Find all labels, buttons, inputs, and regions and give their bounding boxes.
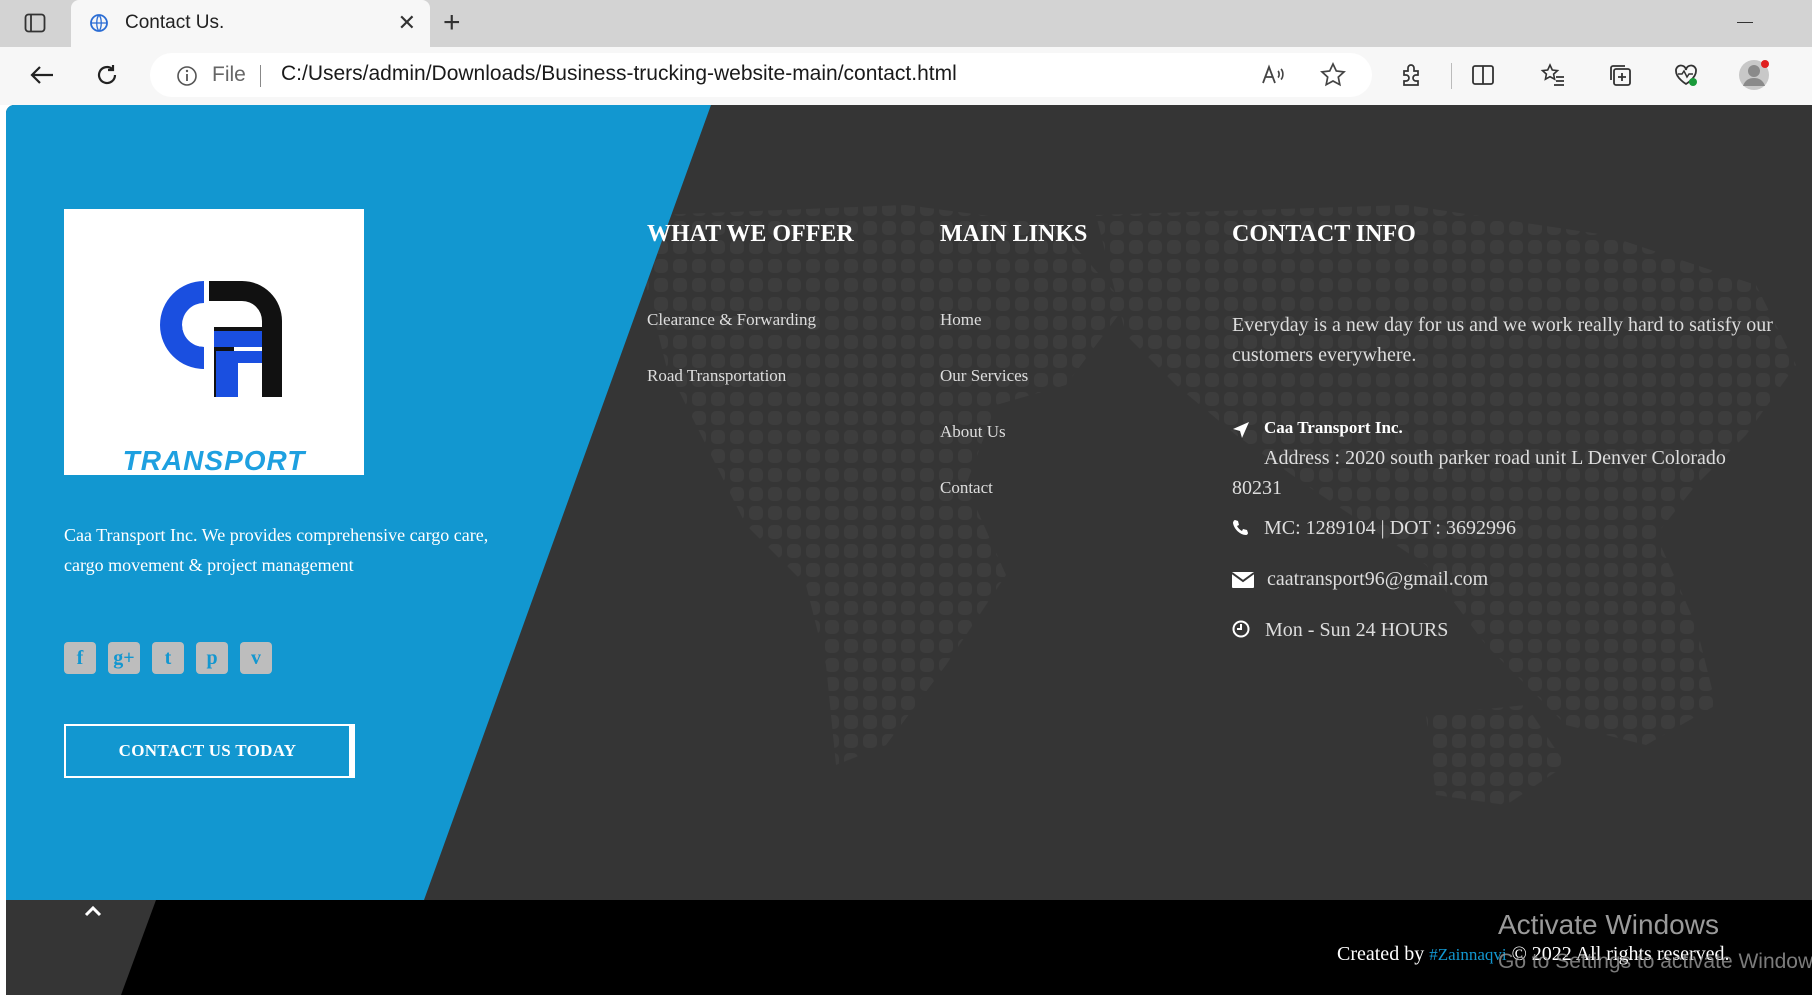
tab-title: Contact Us.	[125, 12, 225, 33]
address-url[interactable]: C:/Users/admin/Downloads/Business-trucki…	[281, 62, 957, 86]
browser-toolbar: File C:/Users/admin/Downloads/Business-t…	[0, 47, 1812, 105]
activate-windows-title: Activate Windows	[1498, 909, 1719, 940]
browser-tab-bar: Contact Us. ✕ +	[0, 0, 1812, 47]
page-footer-section: TRANSPORT Caa Transport Inc. We provides…	[6, 105, 1812, 995]
read-aloud-icon[interactable]	[1260, 62, 1286, 88]
pinterest-icon[interactable]: p	[196, 642, 228, 674]
scroll-to-top-icon[interactable]	[84, 898, 102, 924]
address-row: Caa Transport Inc. Address : 2020 south …	[1232, 418, 1792, 499]
email-text[interactable]: caatransport96@gmail.com	[1267, 568, 1488, 591]
offer-link-clearance[interactable]: Clearance & Forwarding	[647, 310, 816, 330]
main-link-contact[interactable]: Contact	[940, 478, 993, 498]
company-name: Caa Transport Inc.	[1264, 418, 1403, 437]
info-icon[interactable]	[176, 65, 198, 87]
favorite-star-icon[interactable]	[1320, 62, 1346, 88]
contact-intro-text: Everyday is a new day for us and we work…	[1232, 314, 1773, 366]
logo-wordmark: TRANSPORT	[122, 445, 306, 476]
refresh-icon[interactable]	[91, 59, 123, 91]
google-plus-icon[interactable]: g+	[108, 642, 140, 674]
caa-transport-logo-icon	[160, 281, 282, 397]
profile-avatar-icon[interactable]	[1738, 59, 1770, 91]
globe-favicon-icon	[89, 13, 109, 33]
hours-text: Mon - Sun 24 HOURS	[1265, 619, 1449, 641]
contact-info-heading: CONTACT INFO	[1232, 221, 1416, 247]
company-logo	[64, 209, 364, 475]
vimeo-icon[interactable]: v	[240, 642, 272, 674]
split-screen-icon[interactable]	[1467, 59, 1499, 91]
main-links-heading: MAIN LINKS	[940, 221, 1088, 247]
about-text: Caa Transport Inc. We provides comprehen…	[64, 525, 489, 575]
collections-icon[interactable]	[1604, 59, 1636, 91]
toolbar-divider	[1451, 63, 1452, 89]
address-scheme: File	[212, 63, 246, 86]
address-bar[interactable]: File C:/Users/admin/Downloads/Business-t…	[150, 53, 1372, 97]
address-value: Address : 2020 south parker road unit L …	[1232, 447, 1726, 499]
browser-tab-active[interactable]: Contact Us. ✕	[71, 0, 430, 47]
license-text: MC: 1289104 | DOT : 3692996	[1264, 517, 1516, 539]
new-tab-icon[interactable]: +	[443, 8, 461, 38]
phone-icon	[1232, 519, 1252, 539]
envelope-icon	[1231, 571, 1255, 591]
location-arrow-icon	[1232, 421, 1252, 441]
social-links: f g+ t p v	[64, 642, 272, 674]
browser-essentials-icon[interactable]	[1670, 59, 1702, 91]
tab-actions-icon[interactable]	[24, 12, 46, 34]
favorites-icon[interactable]	[1537, 59, 1569, 91]
created-by-label: Created by	[1337, 943, 1425, 965]
main-link-about[interactable]: About Us	[940, 422, 1006, 442]
contact-us-today-button[interactable]: CONTACT US TODAY	[64, 724, 355, 778]
activate-windows-subtitle: Go to Settings to activate Windows.	[1498, 950, 1812, 973]
address-divider	[260, 65, 261, 87]
facebook-icon[interactable]: f	[64, 642, 96, 674]
close-tab-icon[interactable]: ✕	[398, 12, 416, 34]
main-link-home[interactable]: Home	[940, 310, 982, 330]
twitter-icon[interactable]: t	[152, 642, 184, 674]
back-icon[interactable]	[26, 59, 58, 91]
main-link-services[interactable]: Our Services	[940, 366, 1028, 386]
address-text: Address : 2020 south parker road unit L …	[1232, 443, 1772, 503]
offer-link-road[interactable]: Road Transportation	[647, 366, 786, 386]
what-we-offer-heading: WHAT WE OFFER	[647, 221, 854, 247]
minimize-window-icon[interactable]	[1737, 22, 1753, 23]
clock-icon	[1232, 620, 1252, 640]
author-link[interactable]: #Zainnaqvi	[1429, 945, 1506, 964]
extensions-icon[interactable]	[1396, 59, 1428, 91]
